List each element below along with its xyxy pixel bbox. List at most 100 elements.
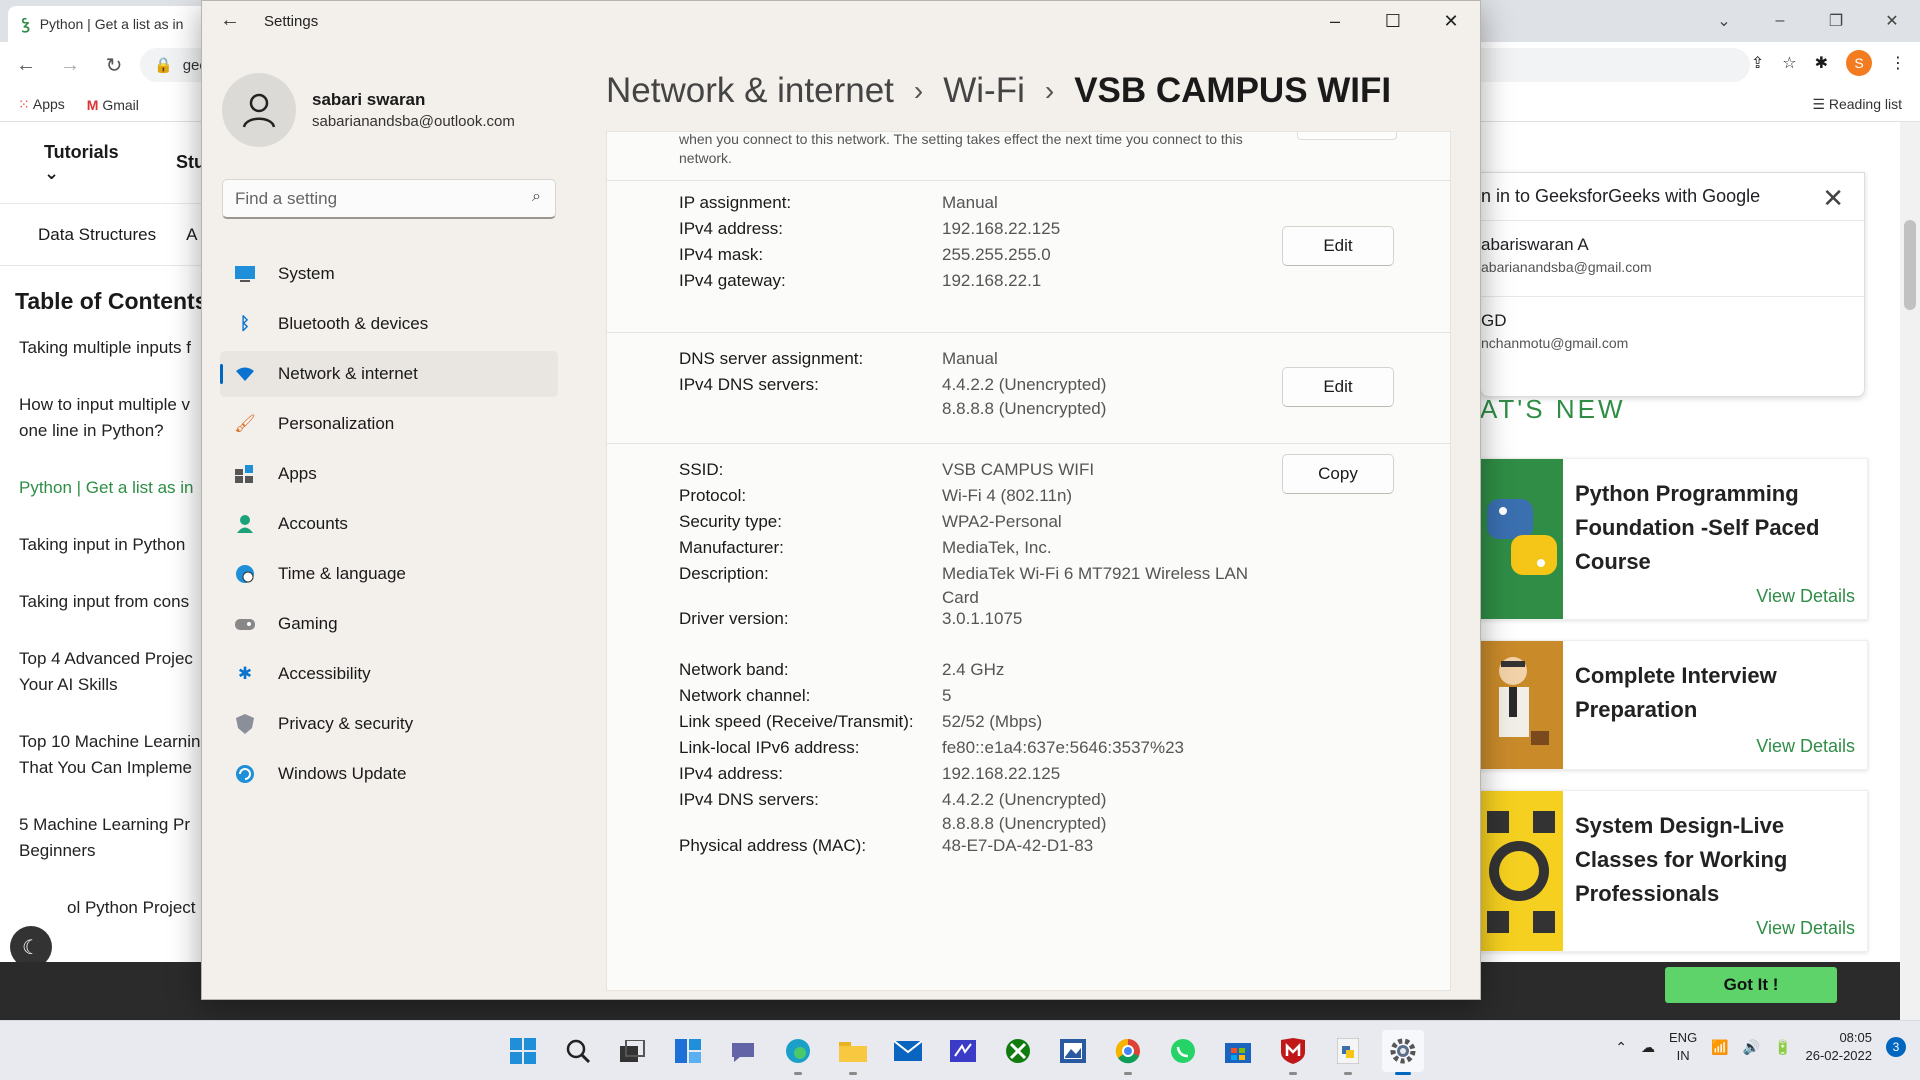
scrollbar-thumb[interactable] bbox=[1904, 220, 1916, 310]
clock[interactable]: 08:05 26-02-2022 bbox=[1806, 1029, 1873, 1065]
taskbar-apps bbox=[502, 1030, 1424, 1075]
forward-arrow-icon[interactable]: → bbox=[52, 54, 88, 77]
whiteboard-icon[interactable] bbox=[942, 1030, 984, 1072]
chrome-icon[interactable] bbox=[1107, 1030, 1149, 1075]
maximize-icon[interactable]: ☐ bbox=[1364, 1, 1422, 41]
battery-icon[interactable]: 🔋 bbox=[1774, 1039, 1791, 1056]
restore-icon[interactable]: ❐ bbox=[1808, 0, 1864, 42]
nav-item-time-language[interactable]: Time & language bbox=[220, 551, 558, 597]
accessibility-icon: ✱ bbox=[237, 664, 253, 683]
toc-item[interactable]: Taking multiple inputs f bbox=[19, 335, 205, 361]
toc-item[interactable]: ol Python Project Id bbox=[19, 895, 205, 921]
partial-toggle[interactable] bbox=[1297, 132, 1397, 140]
reload-icon[interactable]: ↻ bbox=[96, 53, 132, 78]
extensions-icon[interactable]: ✱ bbox=[1815, 53, 1828, 73]
share-icon[interactable]: ⇪ bbox=[1751, 53, 1764, 73]
nav-item-bluetooth[interactable]: ᛒ Bluetooth & devices bbox=[220, 301, 558, 347]
minimize-icon[interactable]: – bbox=[1752, 0, 1808, 42]
gamepad-icon bbox=[234, 613, 256, 635]
course-card[interactable]: Python Programming Foundation -Self Pace… bbox=[1480, 458, 1868, 620]
user-profile[interactable]: sabari swaran sabarianandsba@outlook.com bbox=[222, 73, 515, 147]
edit-dns-button[interactable]: Edit bbox=[1282, 367, 1394, 407]
view-details-link[interactable]: View Details bbox=[1756, 586, 1855, 607]
settings-search-input[interactable]: Find a setting ⌕ bbox=[222, 179, 556, 219]
breadcrumb-network[interactable]: Network & internet bbox=[606, 71, 894, 111]
minimize-icon[interactable]: – bbox=[1306, 1, 1364, 41]
mcafee-icon[interactable] bbox=[1272, 1030, 1314, 1075]
reading-list[interactable]: ☰ Reading list bbox=[1812, 96, 1902, 113]
course-card[interactable]: System Design-Live Classes for Working P… bbox=[1480, 790, 1868, 952]
account-name: abariswaran A bbox=[1481, 235, 1589, 254]
nav-item-system[interactable]: System bbox=[220, 251, 558, 297]
nav-item-gaming[interactable]: Gaming bbox=[220, 601, 558, 647]
course-card[interactable]: Complete Interview Preparation View Deta… bbox=[1480, 640, 1868, 770]
nav-item-accessibility[interactable]: ✱ Accessibility bbox=[220, 651, 558, 697]
xbox-icon[interactable] bbox=[997, 1030, 1039, 1072]
view-details-link[interactable]: View Details bbox=[1756, 736, 1855, 757]
edit-ip-button[interactable]: Edit bbox=[1282, 226, 1394, 266]
toc-item[interactable]: Taking input in Python bbox=[19, 532, 205, 558]
wifi-icon bbox=[234, 363, 256, 385]
widgets-icon[interactable] bbox=[667, 1030, 709, 1072]
monitor-icon bbox=[234, 263, 256, 285]
search-icon[interactable] bbox=[557, 1030, 599, 1072]
nav-item-privacy[interactable]: Privacy & security bbox=[220, 701, 558, 747]
close-icon[interactable]: ✕ bbox=[1864, 0, 1920, 42]
toc-item[interactable]: How to input multiple v one line in Pytho… bbox=[19, 392, 205, 444]
subnav-algorithms[interactable]: A bbox=[186, 225, 197, 245]
view-details-link[interactable]: View Details bbox=[1756, 918, 1855, 939]
python-file-icon[interactable] bbox=[1327, 1030, 1369, 1075]
nav-item-accounts[interactable]: Accounts bbox=[220, 501, 558, 547]
close-icon[interactable]: ✕ bbox=[1822, 183, 1844, 214]
toc-item-active[interactable]: Python | Get a list as in bbox=[19, 475, 205, 501]
copy-button[interactable]: Copy bbox=[1282, 454, 1394, 494]
nav-item-personalization[interactable]: 🖌 Personalization bbox=[220, 401, 558, 447]
bookmark-gmail[interactable]: M Gmail bbox=[87, 97, 139, 113]
signin-account[interactable]: GD nchanmotu@gmail.com bbox=[1481, 297, 1864, 373]
back-arrow-icon[interactable]: ← bbox=[8, 54, 44, 77]
browser-window-controls: ⌄ – ❐ ✕ bbox=[1696, 0, 1920, 42]
settings-gear-icon[interactable] bbox=[1382, 1030, 1424, 1075]
file-explorer-icon[interactable] bbox=[832, 1030, 874, 1075]
task-view-icon[interactable] bbox=[612, 1030, 654, 1072]
nav-item-network[interactable]: Network & internet bbox=[220, 351, 558, 397]
whatsapp-icon[interactable] bbox=[1162, 1030, 1204, 1072]
nav-item-apps[interactable]: Apps bbox=[220, 451, 558, 497]
prop-label: Network channel: bbox=[679, 686, 811, 705]
chevron-up-icon[interactable]: ⌃ bbox=[1615, 1039, 1627, 1056]
breadcrumb-wifi[interactable]: Wi-Fi bbox=[943, 71, 1025, 111]
toc-item[interactable]: Top 10 Machine Learnin That You Can Imple… bbox=[19, 729, 205, 781]
toc-item[interactable]: 5 Machine Learning Pr Beginners bbox=[19, 812, 205, 864]
dns-assignment-label: DNS server assignment: bbox=[679, 349, 864, 368]
got-it-button[interactable]: Got It ! bbox=[1665, 967, 1837, 1003]
mail-icon[interactable] bbox=[887, 1030, 929, 1072]
page-scrollbar[interactable] bbox=[1900, 122, 1920, 1020]
store-icon[interactable] bbox=[1217, 1030, 1259, 1072]
edge-icon[interactable] bbox=[777, 1030, 819, 1075]
prop-value: MediaTek Wi-Fi 6 MT7921 Wireless LAN Car… bbox=[942, 564, 1249, 607]
prop-value: 4.4.2.2 (Unencrypted) 8.8.8.8 (Unencrypte… bbox=[942, 790, 1107, 833]
start-windows-icon[interactable] bbox=[502, 1030, 544, 1072]
wifi-properties-section: Copy SSID: VSB CAMPUS WIFI Protocol: Wi-… bbox=[607, 443, 1450, 990]
notification-badge[interactable]: 3 bbox=[1886, 1037, 1906, 1057]
photos-icon[interactable] bbox=[1052, 1030, 1094, 1072]
subnav-data-structures[interactable]: Data Structures bbox=[38, 225, 156, 245]
profile-avatar[interactable]: S bbox=[1846, 50, 1872, 76]
menu-dots-icon[interactable]: ⋮ bbox=[1890, 53, 1906, 73]
toc-item[interactable]: Taking input from cons bbox=[19, 589, 205, 615]
back-arrow-icon[interactable]: ← bbox=[220, 9, 240, 32]
onedrive-cloud-icon[interactable]: ☁ bbox=[1641, 1039, 1655, 1056]
language-indicator[interactable]: ENG IN bbox=[1669, 1029, 1697, 1065]
close-icon[interactable]: ✕ bbox=[1422, 1, 1480, 41]
toc-item[interactable]: Top 4 Advanced Projec Your AI Skills bbox=[19, 646, 205, 698]
nav-tutorials[interactable]: Tutorials ⌄ bbox=[44, 142, 136, 184]
prop-label: Description: bbox=[679, 564, 769, 583]
nav-item-windows-update[interactable]: Windows Update bbox=[220, 751, 558, 797]
signin-account[interactable]: abariswaran A abarianandsba@gmail.com bbox=[1481, 221, 1864, 297]
volume-icon[interactable]: 🔊 bbox=[1743, 1039, 1760, 1056]
teams-chat-icon[interactable] bbox=[722, 1030, 764, 1072]
bookmark-apps[interactable]: ⁙ Apps bbox=[18, 96, 65, 113]
tab-search-icon[interactable]: ⌄ bbox=[1696, 0, 1752, 42]
star-icon[interactable]: ☆ bbox=[1782, 53, 1796, 73]
wifi-icon[interactable]: 📶 bbox=[1711, 1039, 1728, 1056]
